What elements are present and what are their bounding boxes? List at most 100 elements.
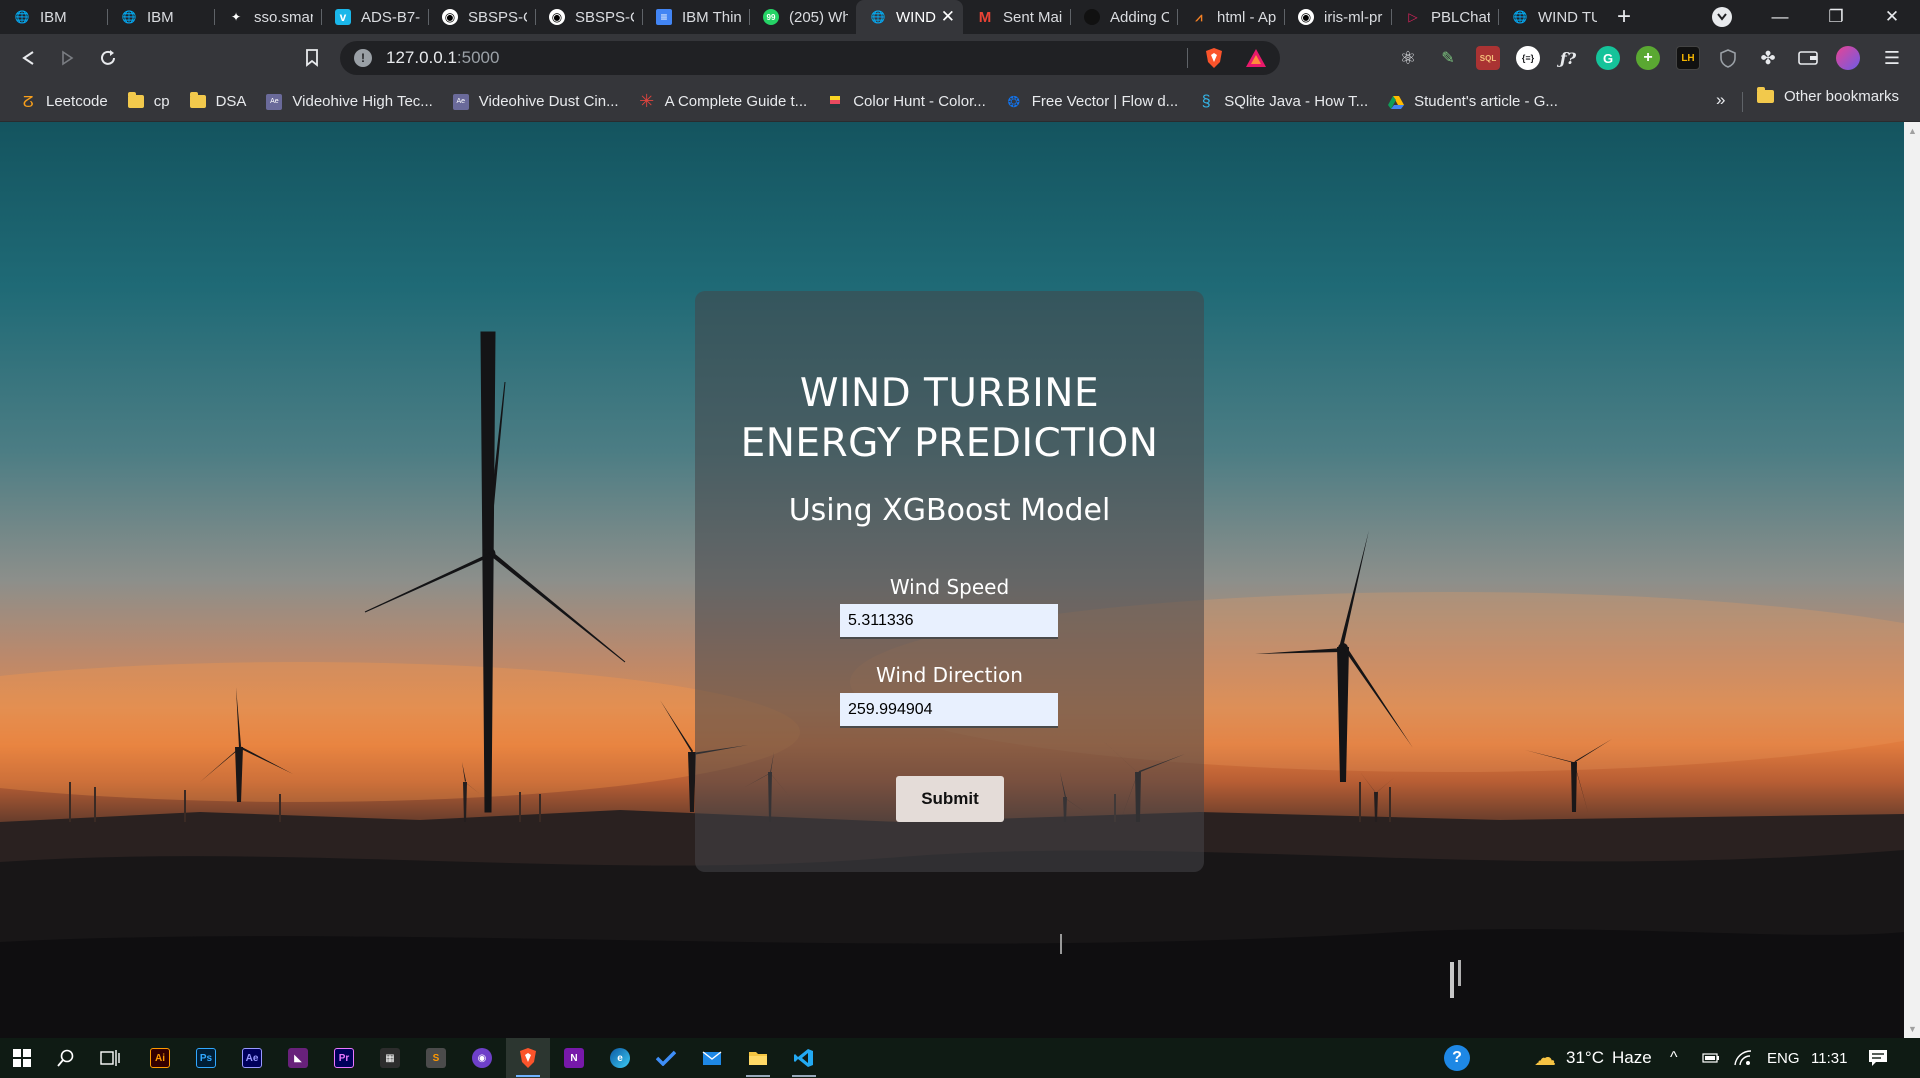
after-effects-icon[interactable]: Ae bbox=[230, 1038, 274, 1078]
notifications-icon[interactable] bbox=[1868, 1038, 1888, 1078]
github-icon: ◉ bbox=[1298, 9, 1314, 25]
site-info-icon[interactable]: ! bbox=[354, 49, 372, 67]
bookmark-item[interactable]: Color Hunt - Color... bbox=[827, 93, 986, 110]
bookmark-icon[interactable] bbox=[300, 46, 324, 70]
illustrator-icon[interactable]: Ai bbox=[138, 1038, 182, 1078]
page-background: WIND TURBINE ENERGY PREDICTION Using XGBo… bbox=[0, 122, 1920, 1038]
grammarly-icon[interactable]: G bbox=[1596, 46, 1620, 70]
wind-direction-input[interactable] bbox=[840, 693, 1058, 728]
browser-tab[interactable]: ◉ SBSPS-Cl bbox=[535, 0, 642, 34]
more-bookmarks-button[interactable]: » bbox=[1716, 90, 1725, 110]
battery-icon[interactable] bbox=[1702, 1038, 1720, 1078]
tab-search-icon[interactable] bbox=[1712, 7, 1732, 27]
browser-tab[interactable]: ⩘ html - Ap bbox=[1177, 0, 1284, 34]
brave-shield-icon[interactable] bbox=[1202, 46, 1226, 70]
bookmark-item[interactable]: ❂ Free Vector | Flow d... bbox=[1006, 93, 1178, 111]
clock[interactable]: 11:31 bbox=[1811, 1038, 1847, 1078]
browser-tab[interactable]: v ADS-B7- bbox=[321, 0, 428, 34]
bookmark-folder[interactable]: DSA bbox=[189, 92, 246, 110]
browser-tab[interactable]: 99 (205) Wh bbox=[749, 0, 856, 34]
weather-widget[interactable]: ☁ 31°C Haze bbox=[1534, 1038, 1652, 1078]
github-desktop-icon[interactable]: ◉ bbox=[460, 1038, 504, 1078]
profile-avatar-icon[interactable] bbox=[1836, 46, 1860, 70]
folder-icon bbox=[127, 92, 144, 110]
wifi-icon[interactable] bbox=[1734, 1038, 1752, 1078]
scroll-up-icon[interactable]: ▲ bbox=[1908, 126, 1917, 136]
task-view-icon[interactable] bbox=[88, 1038, 132, 1078]
tab-title: WIND bbox=[896, 8, 936, 26]
browser-tab[interactable]: ◉ SBSPS-Cl bbox=[428, 0, 535, 34]
bookmark-item[interactable]: Student's article - G... bbox=[1388, 93, 1558, 110]
chevron-up-icon[interactable]: ^ bbox=[1670, 1038, 1678, 1078]
windows-start-icon[interactable] bbox=[0, 1038, 44, 1078]
search-icon[interactable] bbox=[44, 1038, 88, 1078]
pen-extension-icon[interactable]: ✎ bbox=[1436, 46, 1460, 70]
other-bookmarks-label: Other bookmarks bbox=[1784, 88, 1900, 105]
browser-tab[interactable]: 🌐 IBM bbox=[107, 0, 214, 34]
react-devtools-icon[interactable]: ⚛ bbox=[1396, 46, 1420, 70]
url-host: 127.0.0.1 bbox=[386, 48, 457, 67]
bookmark-folder[interactable]: cp bbox=[127, 92, 170, 110]
brave-rewards-icon[interactable] bbox=[1244, 46, 1268, 70]
shield-extension-icon[interactable] bbox=[1716, 46, 1740, 70]
bookmark-label: Videohive High Tec... bbox=[292, 93, 433, 110]
browser-tab[interactable]: ≡ IBM Thin bbox=[642, 0, 749, 34]
edge-icon[interactable]: e bbox=[598, 1038, 642, 1078]
page-scrollbar[interactable]: ▲ ▼ bbox=[1904, 122, 1920, 1038]
wind-direction-label: Wind Direction bbox=[876, 663, 1023, 687]
bookmark-item[interactable]: Ae Videohive Dust Cin... bbox=[452, 93, 619, 110]
videohive-icon: Ae bbox=[266, 93, 283, 110]
reload-icon[interactable] bbox=[96, 46, 120, 70]
browser-tab[interactable]: M Sent Mai bbox=[963, 0, 1070, 34]
bookmark-item[interactable]: ✳ A Complete Guide t... bbox=[639, 91, 807, 111]
menu-icon[interactable]: ☰ bbox=[1880, 46, 1904, 70]
onenote-icon[interactable]: N bbox=[552, 1038, 596, 1078]
bookmark-item[interactable]: ⵒ Leetcode bbox=[20, 93, 107, 111]
browser-tab[interactable]: ◉ iris-ml-pr bbox=[1284, 0, 1391, 34]
braces-extension-icon[interactable]: {≡} bbox=[1516, 46, 1540, 70]
restore-icon[interactable]: ❐ bbox=[1808, 0, 1864, 34]
puzzle-extensions-icon[interactable]: ✤ bbox=[1756, 46, 1780, 70]
new-tab-button[interactable]: + bbox=[1607, 0, 1641, 34]
scroll-down-icon[interactable]: ▼ bbox=[1908, 1024, 1917, 1034]
help-icon[interactable]: ? bbox=[1444, 1038, 1470, 1078]
vscode-icon[interactable] bbox=[782, 1038, 826, 1078]
submit-button[interactable]: Submit bbox=[896, 776, 1004, 822]
wallet-icon[interactable] bbox=[1796, 46, 1820, 70]
bookmark-item[interactable]: Ae Videohive High Tec... bbox=[266, 93, 433, 110]
minimize-icon[interactable]: — bbox=[1752, 0, 1808, 34]
browser-tab[interactable]: 🌐 WIND TU bbox=[1498, 0, 1605, 34]
close-window-icon[interactable]: ✕ bbox=[1864, 0, 1920, 34]
bookmark-label: Videohive Dust Cin... bbox=[478, 93, 619, 110]
todo-icon[interactable] bbox=[644, 1038, 688, 1078]
browser-tab[interactable]: Adding C bbox=[1070, 0, 1177, 34]
bookmark-item[interactable]: § SQlite Java - How T... bbox=[1198, 93, 1368, 111]
sublime-text-icon[interactable]: S bbox=[414, 1038, 458, 1078]
browser-tab[interactable]: ▷ PBLChat bbox=[1391, 0, 1498, 34]
browser-tab[interactable]: ✦ sso.smart bbox=[214, 0, 321, 34]
wind-speed-input[interactable] bbox=[840, 604, 1058, 639]
brave-browser-taskbar-icon[interactable] bbox=[506, 1038, 550, 1078]
browser-tab-active[interactable]: 🌐 WIND ✕ bbox=[856, 0, 963, 34]
forward-icon[interactable] bbox=[56, 46, 80, 70]
chat-icon: ▷ bbox=[1408, 10, 1418, 24]
sql-extension-icon[interactable]: SQL bbox=[1476, 46, 1500, 70]
braces-extension-label: {≡} bbox=[1521, 53, 1535, 63]
mail-icon[interactable] bbox=[690, 1038, 734, 1078]
visual-studio-icon[interactable]: ◣ bbox=[276, 1038, 320, 1078]
photoshop-icon[interactable]: Ps bbox=[184, 1038, 228, 1078]
language-indicator[interactable]: ENG bbox=[1767, 1038, 1800, 1078]
premiere-icon[interactable]: Pr bbox=[322, 1038, 366, 1078]
browser-tab[interactable]: 🌐 IBM bbox=[0, 0, 107, 34]
plus-extension-icon[interactable]: + bbox=[1636, 46, 1660, 70]
file-explorer-icon[interactable] bbox=[736, 1038, 780, 1078]
calculator-icon[interactable]: ▦ bbox=[368, 1038, 412, 1078]
circle-icon bbox=[1084, 9, 1100, 25]
lighthouse-icon[interactable]: LH bbox=[1676, 46, 1700, 70]
other-bookmarks-folder[interactable]: Other bookmarks bbox=[1757, 87, 1900, 105]
vimeo-icon: v bbox=[335, 9, 351, 25]
formula-extension-icon[interactable]: ƒ? bbox=[1556, 46, 1580, 70]
close-tab-icon[interactable]: ✕ bbox=[941, 7, 955, 27]
back-icon[interactable] bbox=[16, 46, 40, 70]
address-bar[interactable]: ! 127.0.0.1:5000 bbox=[340, 41, 1280, 75]
